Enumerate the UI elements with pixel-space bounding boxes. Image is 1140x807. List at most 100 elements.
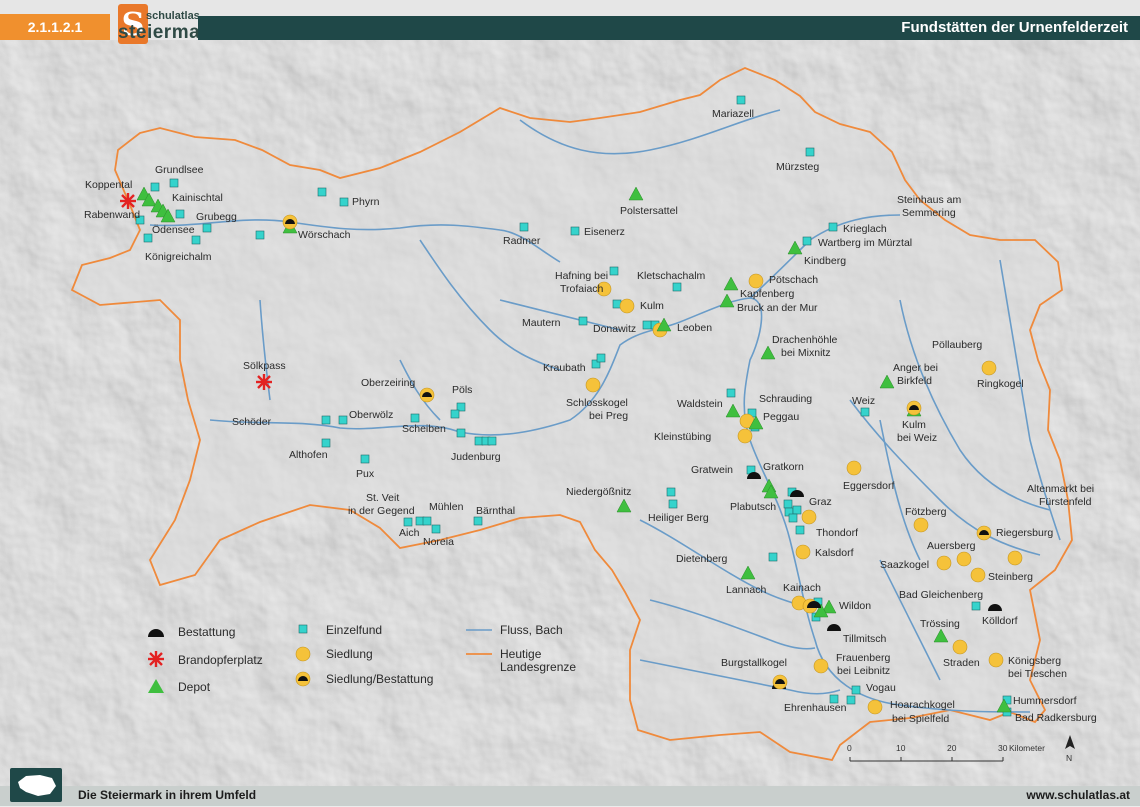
einzelfund-marker bbox=[846, 695, 856, 705]
label-burgstallkogel: Burgstallkogel bbox=[721, 657, 787, 669]
label-wartberg: Wartberg im Mürztal bbox=[818, 237, 912, 249]
label-steinhaus2: Semmering bbox=[902, 207, 956, 219]
label-dietenberg: Dietenberg bbox=[676, 553, 728, 565]
label-altenmarkt1: Altenmarkt bei bbox=[1027, 483, 1094, 495]
label-kalsdorf: Kalsdorf bbox=[815, 547, 854, 559]
siedlung-marker bbox=[813, 658, 829, 674]
label-gratkorn: Gratkorn bbox=[763, 461, 804, 473]
label-kindberg: Kindberg bbox=[804, 255, 846, 267]
legend-brandopfer-label: Brandopferplatz bbox=[178, 653, 263, 667]
label-poetschach: Pötschach bbox=[769, 274, 818, 286]
label-phyrn: Phyrn bbox=[352, 196, 380, 208]
label-stveit1: St. Veit bbox=[366, 492, 399, 504]
siedlung-marker bbox=[748, 273, 764, 289]
label-straden: Straden bbox=[943, 657, 980, 669]
einzelfund-marker bbox=[431, 524, 441, 534]
siedlung-marker bbox=[846, 460, 862, 476]
label-eggersdorf: Eggersdorf bbox=[843, 480, 894, 492]
label-gratwein: Gratwein bbox=[691, 464, 733, 476]
footer-website-link[interactable]: www.schulatlas.at bbox=[1026, 788, 1130, 802]
einzelfund-marker bbox=[802, 236, 812, 246]
label-poels: Pöls bbox=[452, 384, 472, 396]
label-saazkogel: Saazkogel bbox=[880, 559, 929, 571]
einzelfund-marker bbox=[143, 233, 153, 243]
einzelfund-marker bbox=[360, 454, 370, 464]
logo-small-text: schulatlas bbox=[146, 10, 200, 22]
legend-grenze-label-2: Landesgrenze bbox=[500, 660, 576, 674]
label-tillmitsch: Tillmitsch bbox=[843, 633, 887, 645]
einzelfund-marker bbox=[596, 353, 606, 363]
siedlung-bestattung-marker bbox=[906, 400, 922, 416]
einzelfund-marker bbox=[456, 428, 466, 438]
einzelfund-marker bbox=[191, 235, 201, 245]
einzelfund-marker bbox=[578, 316, 588, 326]
scale-tick-10: 10 bbox=[896, 743, 906, 753]
label-schoeder: Schöder bbox=[232, 416, 272, 428]
label-kainischtal: Kainischtal bbox=[172, 192, 223, 204]
label-rabenwand: Rabenwand bbox=[84, 209, 140, 221]
siedlung-marker bbox=[956, 551, 972, 567]
label-muerzsteg: Mürzsteg bbox=[776, 161, 819, 173]
siedlung-marker bbox=[619, 298, 635, 314]
einzelfund-marker bbox=[726, 388, 736, 398]
map-canvas: Grundlsee Koppental Kainischtal Rabenwan… bbox=[70, 67, 1097, 763]
einzelfund-marker bbox=[175, 209, 185, 219]
footer-section-title: Die Steiermark in ihrem Umfeld bbox=[78, 788, 257, 802]
siedlung-marker bbox=[981, 360, 997, 376]
label-waldstein: Waldstein bbox=[677, 398, 723, 410]
label-kraubath: Kraubath bbox=[543, 362, 586, 374]
einzelfund-marker bbox=[788, 513, 798, 523]
label-steinhaus1: Steinhaus am bbox=[897, 194, 961, 206]
einzelfund-marker bbox=[795, 525, 805, 535]
label-radmer: Radmer bbox=[503, 235, 541, 247]
einzelfund-marker bbox=[338, 415, 348, 425]
label-soelkpass: Sölkpass bbox=[243, 360, 286, 372]
label-ringkogel: Ringkogel bbox=[977, 378, 1024, 390]
map-title: Fundstätten der Urnenfelderzeit bbox=[198, 16, 1140, 40]
einzelfund-marker bbox=[805, 147, 815, 157]
label-lannach: Lannach bbox=[726, 584, 766, 596]
label-scheiben: Scheiben bbox=[402, 423, 446, 435]
einzelfund-marker bbox=[828, 222, 838, 232]
label-anger1: Anger bei bbox=[893, 362, 938, 374]
label-steinberg: Steinberg bbox=[988, 571, 1033, 583]
label-woerschach: Wörschach bbox=[298, 229, 351, 241]
label-troessing: Trössing bbox=[920, 618, 960, 630]
legend-fluss-label: Fluss, Bach bbox=[500, 623, 563, 637]
label-muehlen: Mühlen bbox=[429, 501, 464, 513]
label-weiz: Weiz bbox=[852, 395, 875, 407]
label-polstersattel: Polstersattel bbox=[620, 205, 678, 217]
label-koelldorf: Kölldorf bbox=[982, 615, 1018, 627]
label-plabutsch: Plabutsch bbox=[730, 501, 776, 513]
legend-bestattung-symbol bbox=[148, 629, 164, 637]
einzelfund-marker bbox=[169, 178, 179, 188]
siedlung-marker bbox=[585, 377, 601, 393]
north-arrow-icon bbox=[1065, 735, 1075, 749]
label-anger2: Birkfeld bbox=[897, 375, 932, 387]
einzelfund-marker bbox=[672, 282, 682, 292]
label-althofen: Althofen bbox=[289, 449, 328, 461]
siedlung-bestattung-marker bbox=[976, 525, 992, 541]
einzelfund-marker bbox=[609, 266, 619, 276]
einzelfund-marker bbox=[666, 487, 676, 497]
siedlung-marker bbox=[936, 555, 952, 571]
label-foetzberg: Fötzberg bbox=[905, 506, 947, 518]
legend-grenze-label-1: Heutige bbox=[500, 647, 542, 661]
label-odensee: Ödensee bbox=[152, 224, 195, 236]
label-hoarachkogel2: bei Spielfeld bbox=[892, 713, 949, 725]
einzelfund-marker bbox=[321, 415, 331, 425]
label-heiligerberg: Heiliger Berg bbox=[648, 512, 709, 524]
einzelfund-marker bbox=[783, 499, 793, 509]
legend-einzelfund-label: Einzelfund bbox=[326, 623, 382, 637]
siedlung-marker bbox=[970, 567, 986, 583]
einzelfund-marker bbox=[851, 685, 861, 695]
einzelfund-marker bbox=[792, 505, 802, 515]
siedlung-bestattung-marker bbox=[772, 674, 788, 690]
north-arrow: N bbox=[1065, 735, 1075, 763]
label-hoarachkogel1: Hoarachkogel bbox=[890, 699, 955, 711]
label-thondorf: Thondorf bbox=[816, 527, 858, 539]
label-hafning2: Trofaiach bbox=[560, 283, 604, 295]
siedlung-marker bbox=[801, 509, 817, 525]
siedlung-marker bbox=[913, 517, 929, 533]
legend-siedlung-symbol bbox=[295, 646, 311, 662]
